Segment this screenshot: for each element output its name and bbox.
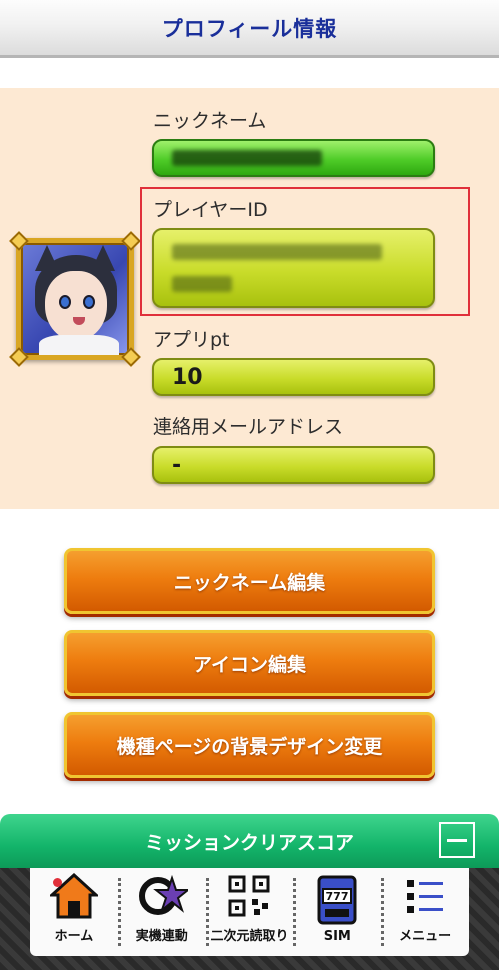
avatar xyxy=(9,231,141,450)
sync-logo-icon xyxy=(134,871,190,921)
app-pt-value: 10 xyxy=(172,364,203,390)
app-pt-label: アプリpt xyxy=(153,329,230,351)
slot-machine-icon: 777 xyxy=(309,875,365,925)
tab-sim-label: SIM xyxy=(323,929,351,944)
nickname-field xyxy=(152,139,435,177)
tab-link-label: 実機連動 xyxy=(135,929,188,944)
mission-title: ミッションクリアスコア xyxy=(144,831,354,854)
tab-qr-label: 二次元読取り xyxy=(210,929,289,944)
email-value: - xyxy=(172,452,182,478)
edit-nickname-button[interactable]: ニックネーム編集 xyxy=(64,548,435,614)
tab-qr[interactable]: 二次元読取り xyxy=(205,868,294,956)
tab-menu-label: メニュー xyxy=(399,929,452,944)
nickname-redacted xyxy=(172,150,322,166)
tab-menu[interactable]: メニュー xyxy=(381,868,469,956)
qr-code-icon xyxy=(221,871,277,921)
tab-link[interactable]: 実機連動 xyxy=(117,868,206,956)
tab-sim[interactable]: 777 SIM xyxy=(293,868,381,956)
player-id-highlight xyxy=(140,187,470,316)
notification-dot xyxy=(53,878,62,887)
page-header: プロフィール情報 xyxy=(0,0,499,58)
svg-text:777: 777 xyxy=(326,890,349,903)
bottom-tab-bar: ホーム 実機連動 二次元読取り 777 SIM メニュー xyxy=(0,868,499,970)
email-field: - xyxy=(152,446,435,484)
tab-home[interactable]: ホーム xyxy=(30,868,118,956)
email-label: 連絡用メールアドレス xyxy=(153,416,344,438)
menu-list-icon xyxy=(397,871,453,921)
tab-panel: ホーム 実機連動 二次元読取り 777 SIM メニュー xyxy=(30,868,469,956)
page-title: プロフィール情報 xyxy=(161,16,338,41)
app-pt-field: 10 xyxy=(152,358,435,396)
nickname-label: ニックネーム xyxy=(153,110,267,132)
change-background-button[interactable]: 機種ページの背景デザイン変更 xyxy=(64,712,435,778)
mission-clear-score-bar[interactable]: ミッションクリアスコア xyxy=(0,814,499,868)
edit-icon-button[interactable]: アイコン編集 xyxy=(64,630,435,696)
tab-home-label: ホーム xyxy=(54,929,94,944)
collapse-icon[interactable] xyxy=(439,822,475,858)
avatar-image xyxy=(16,238,134,360)
